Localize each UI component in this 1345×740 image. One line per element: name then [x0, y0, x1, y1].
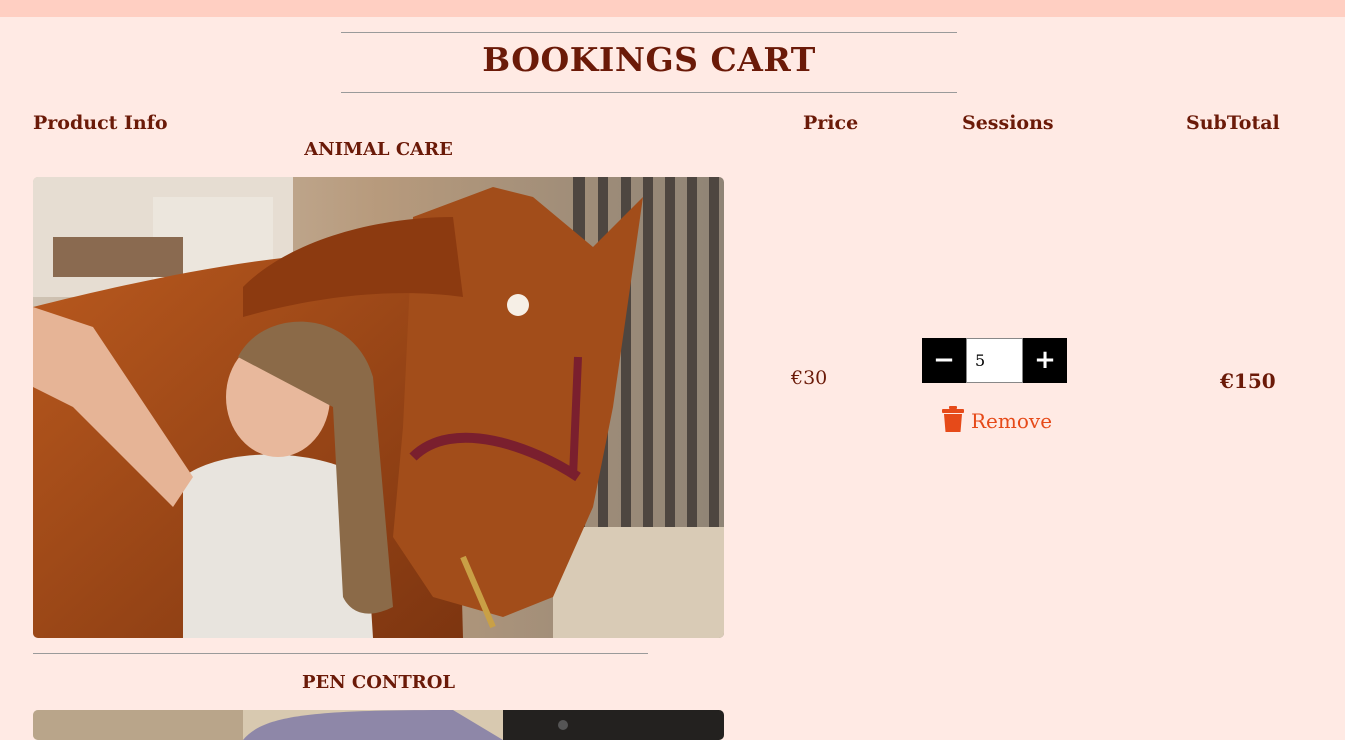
product-name: PEN CONTROL	[301, 672, 456, 693]
quantity-stepper: − +	[922, 338, 1067, 383]
top-navbar-strip	[0, 0, 1345, 17]
item-subtotal: €150	[1220, 369, 1276, 393]
column-header-product: Product Info	[33, 112, 168, 134]
quantity-input[interactable]	[966, 338, 1023, 383]
product-image[interactable]	[33, 710, 724, 740]
title-bottom-rule	[341, 92, 957, 93]
page-title: BOOKINGS CART	[482, 40, 816, 79]
column-header-price: Price	[803, 112, 859, 134]
decrement-button[interactable]: −	[922, 338, 966, 383]
trash-icon	[942, 406, 964, 436]
product-image[interactable]	[33, 177, 724, 638]
remove-label: Remove	[971, 409, 1053, 433]
item-divider	[33, 653, 648, 654]
column-header-sessions: Sessions	[962, 112, 1054, 134]
title-top-rule	[341, 32, 957, 33]
column-header-subtotal: SubTotal	[1186, 112, 1280, 134]
remove-link[interactable]: Remove	[942, 406, 1052, 436]
product-name: ANIMAL CARE	[304, 139, 453, 160]
increment-button[interactable]: +	[1023, 338, 1067, 383]
item-price: €30	[791, 367, 828, 389]
